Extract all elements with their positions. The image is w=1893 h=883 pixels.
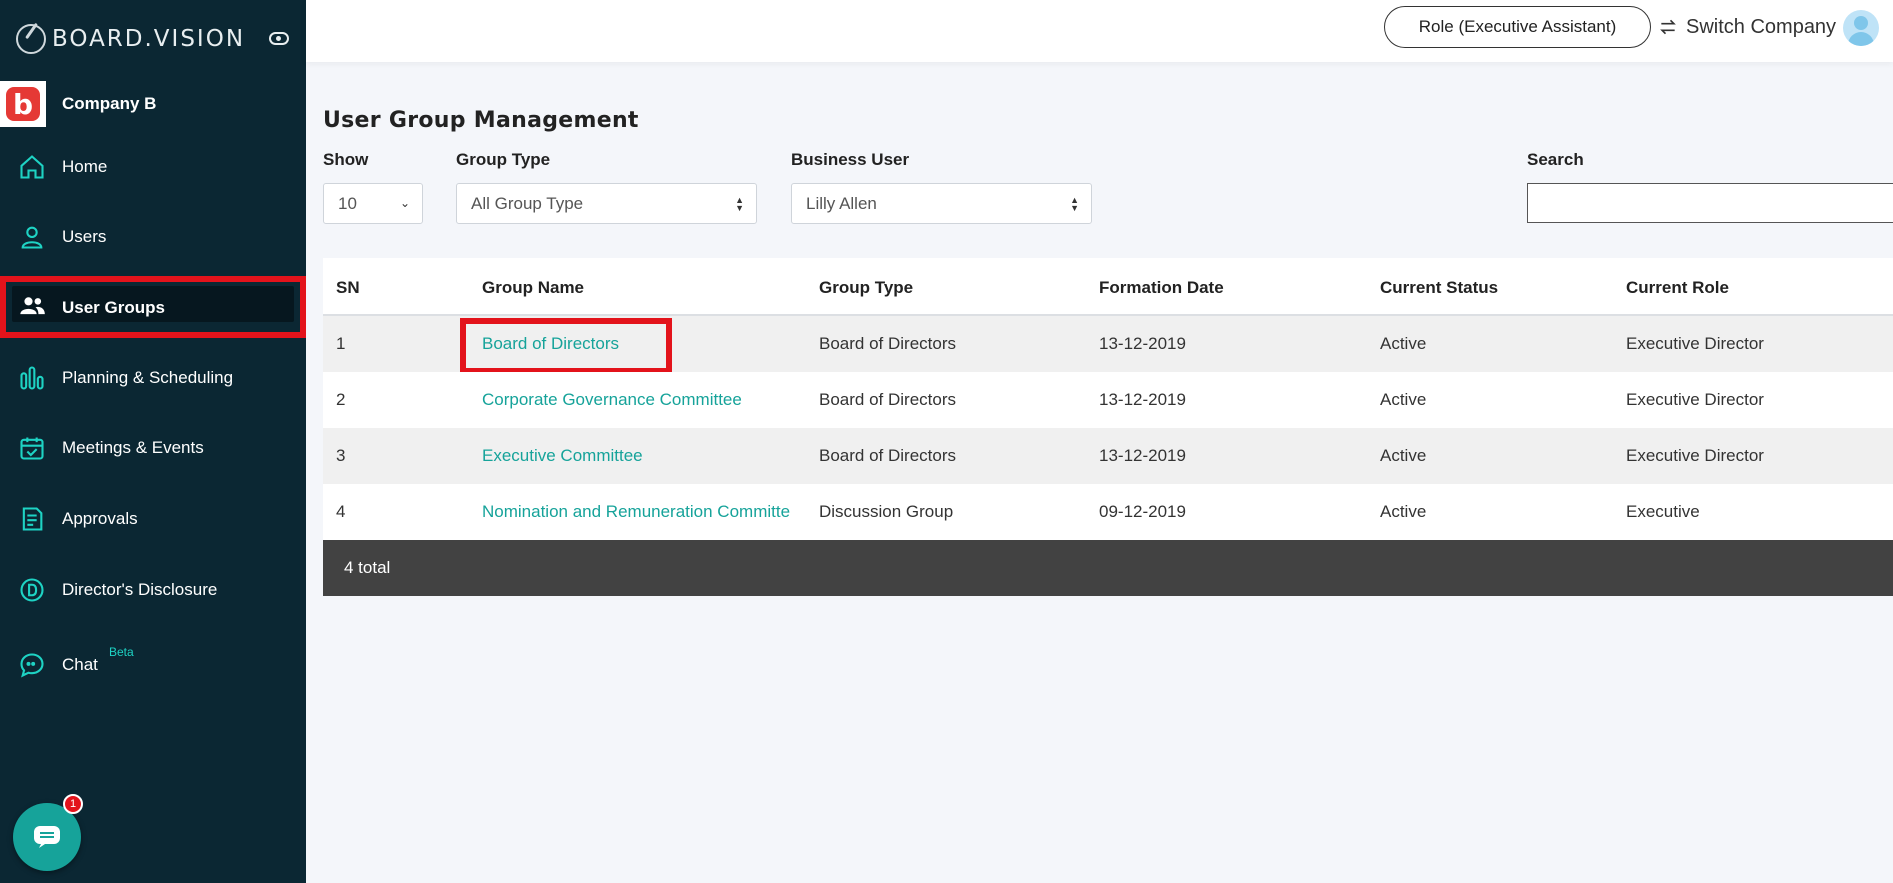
calendar-icon <box>18 434 46 462</box>
sidebar-item-label: Home <box>62 157 108 176</box>
group-name-link[interactable]: Nomination and Remuneration Committe <box>482 502 790 522</box>
cell-role: Executive Director <box>1626 390 1764 409</box>
show-select[interactable]: 10 ⌄ <box>323 183 423 224</box>
cell-status: Active <box>1380 334 1427 353</box>
cell-formation-date: 13-12-2019 <box>1099 334 1186 353</box>
search-input[interactable] <box>1527 183 1893 223</box>
company-logo: b <box>0 81 46 127</box>
sidebar-item-chat[interactable]: Chat Beta <box>0 637 306 693</box>
total-count: 4 total <box>344 558 391 577</box>
cell-sn: 3 <box>336 446 346 465</box>
company-switcher[interactable]: b Company B <box>0 81 156 127</box>
sidebar-item-label: User Groups <box>62 298 165 317</box>
cell-group-type: Board of Directors <box>819 390 956 409</box>
cell-group-type: Discussion Group <box>819 502 954 521</box>
switch-company-link[interactable]: Switch Company <box>1658 12 1836 42</box>
sidebar-item-label: Planning & Scheduling <box>62 368 234 387</box>
sidebar-item-label: Chat <box>62 655 98 674</box>
home-icon <box>18 153 46 181</box>
chat-icon <box>18 651 46 679</box>
cell-sn: 1 <box>336 334 346 353</box>
sidebar-item-label: Users <box>62 227 107 246</box>
sort-caret-icon: ▲ ▼ <box>735 195 744 213</box>
sidebar-item-label: Approvals <box>62 509 138 528</box>
sort-caret-icon: ▲ ▼ <box>1070 195 1079 213</box>
group-type-label: Group Type <box>456 150 551 169</box>
sidebar-item-user-groups[interactable]: User Groups <box>0 276 306 338</box>
sidebar-item-approvals[interactable]: Approvals <box>0 491 306 547</box>
column-header-formation-date[interactable]: Formation Date <box>1099 278 1224 298</box>
user-group-icon <box>18 292 46 320</box>
cell-role: Executive Director <box>1626 446 1764 465</box>
cell-status: Active <box>1380 446 1427 465</box>
group-type-select[interactable]: All Group Type ▲ ▼ <box>456 183 757 224</box>
column-header-group-name[interactable]: Group Name <box>482 278 584 298</box>
show-label: Show <box>323 150 369 169</box>
group-name-link[interactable]: Executive Committee <box>482 446 643 466</box>
notification-badge: 1 <box>63 794 83 814</box>
sidebar-item-planning[interactable]: Planning & Scheduling <box>0 350 306 406</box>
column-header-group-type[interactable]: Group Type <box>819 278 913 298</box>
column-header-sn[interactable]: SN <box>336 278 360 298</box>
brand-logo[interactable]: BOARD.VISION <box>16 22 245 56</box>
document-icon <box>18 505 46 533</box>
cell-group-type: Board of Directors <box>819 334 956 353</box>
table-footer: 4 total <box>323 540 1893 596</box>
page-title: User Group Management <box>323 108 639 133</box>
switch-company-label: Switch Company <box>1686 15 1837 38</box>
brand-name: BOARD.VISION <box>52 26 246 52</box>
cell-formation-date: 13-12-2019 <box>1099 446 1186 465</box>
company-name: Company B <box>62 94 157 113</box>
cell-formation-date: 13-12-2019 <box>1099 390 1186 409</box>
cell-role: Executive <box>1626 502 1700 521</box>
column-header-current-role[interactable]: Current Role <box>1626 278 1729 298</box>
cell-formation-date: 09-12-2019 <box>1099 502 1186 521</box>
cell-status: Active <box>1380 390 1427 409</box>
sidebar-item-meetings[interactable]: Meetings & Events <box>0 420 306 476</box>
cell-sn: 4 <box>336 502 346 521</box>
avatar[interactable] <box>1843 10 1879 46</box>
cell-group-type: Board of Directors <box>819 446 956 465</box>
board-vision-logo-icon <box>16 24 46 54</box>
bar-chart-icon <box>18 364 46 392</box>
cell-role: Executive Director <box>1626 334 1764 353</box>
topbar: Role (Executive Assistant) Switch Compan… <box>306 0 1893 62</box>
sidebar-item-label: Meetings & Events <box>62 438 204 457</box>
chevron-down-icon: ⌄ <box>399 196 410 210</box>
business-user-select[interactable]: Lilly Allen ▲ ▼ <box>791 183 1092 224</box>
search-label: Search <box>1527 150 1584 169</box>
table-row: 2 Corporate Governance Committee Board o… <box>323 372 1893 428</box>
sidebar-item-label: Director's Disclosure <box>62 580 218 599</box>
table-row: 4 Nomination and Remuneration Committe D… <box>323 484 1893 540</box>
d-circle-icon <box>18 576 46 604</box>
sidebar-item-users[interactable]: Users <box>0 209 306 265</box>
swap-icon <box>1660 19 1676 35</box>
role-button[interactable]: Role (Executive Assistant) <box>1384 6 1651 48</box>
table-row: 1 Board of Directors Board of Directors … <box>323 316 1893 374</box>
column-header-current-status[interactable]: Current Status <box>1380 278 1498 298</box>
message-icon <box>34 826 60 848</box>
user-icon <box>18 223 46 251</box>
table-header: SN Group Name Group Type Formation Date … <box>323 258 1893 316</box>
user-groups-table: SN Group Name Group Type Formation Date … <box>323 258 1893 596</box>
beta-badge: Beta <box>109 645 134 659</box>
sidebar-item-home[interactable]: Home <box>0 139 306 195</box>
group-name-link[interactable]: Board of Directors <box>482 334 619 354</box>
eye-icon[interactable] <box>269 32 289 45</box>
cell-status: Active <box>1380 502 1427 521</box>
cell-sn: 2 <box>336 390 346 409</box>
group-name-link[interactable]: Corporate Governance Committee <box>482 390 742 410</box>
table-row: 3 Executive Committee Board of Directors… <box>323 428 1893 484</box>
sidebar: BOARD.VISION b Company B Home Users User… <box>0 0 306 883</box>
business-user-label: Business User <box>791 150 910 169</box>
sidebar-item-directors-disclosure[interactable]: Director's Disclosure <box>0 562 306 618</box>
